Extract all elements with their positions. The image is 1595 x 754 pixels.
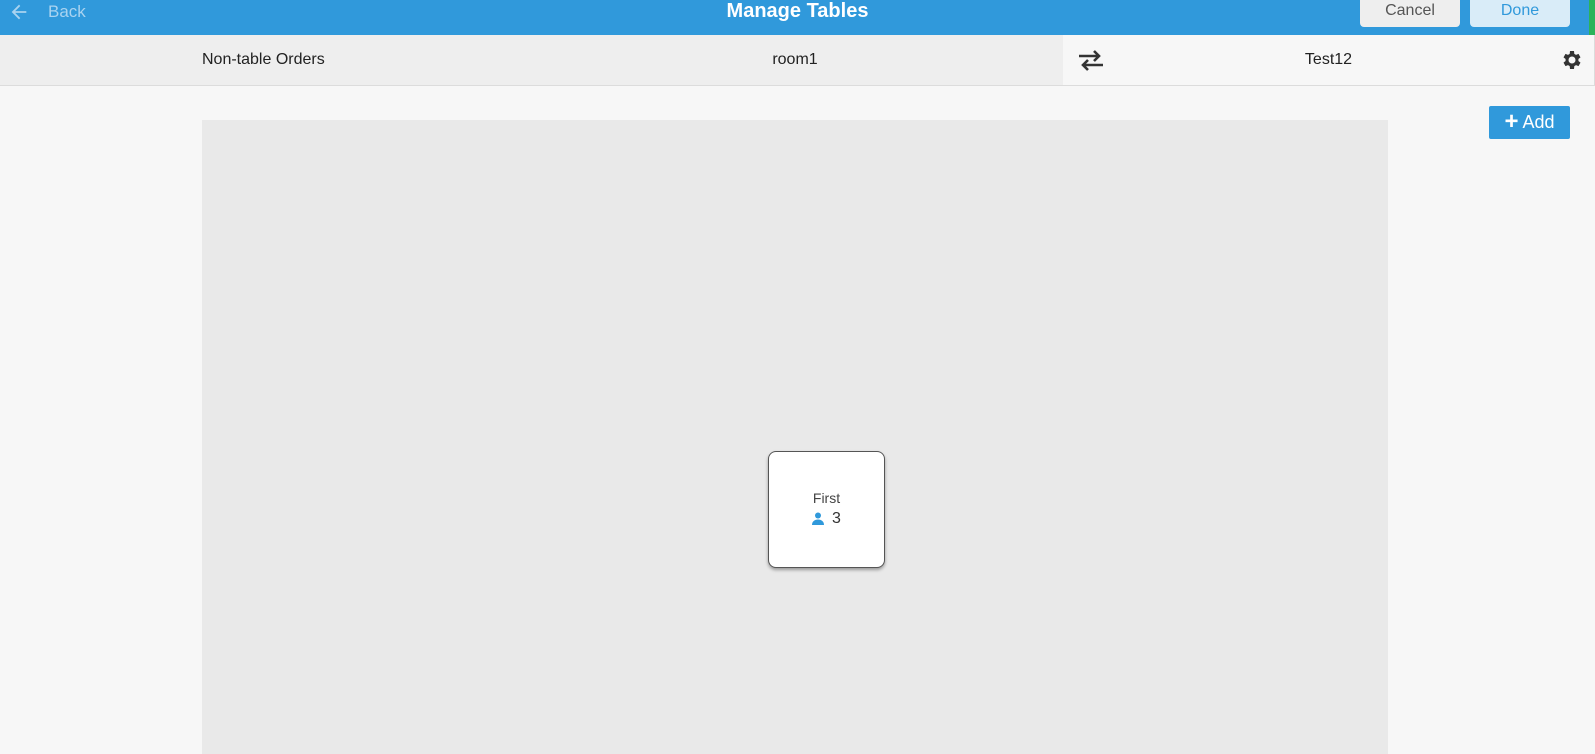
add-label: Add xyxy=(1522,112,1555,132)
tab-room1[interactable]: room1 xyxy=(700,35,890,85)
room-tab-bar: Non-table Orders room1 Test12 xyxy=(0,35,1595,86)
tab-active-area: Test12 xyxy=(1063,35,1595,85)
seat-count: 3 xyxy=(832,509,841,527)
status-edge xyxy=(1589,0,1595,35)
done-button[interactable]: Done xyxy=(1470,0,1570,27)
table-name: First xyxy=(812,489,841,506)
add-table-button[interactable]: + Add xyxy=(1489,106,1570,139)
top-bar: Back Manage Tables Cancel Done xyxy=(0,0,1595,35)
table-card[interactable]: First 3 xyxy=(768,451,885,568)
tab-test12[interactable]: Test12 xyxy=(1063,35,1594,85)
tab-non-table-orders[interactable]: Non-table Orders xyxy=(202,35,325,85)
table-seats: 3 xyxy=(812,510,841,528)
person-icon xyxy=(812,512,825,525)
plus-icon: + xyxy=(1504,107,1519,135)
gear-icon[interactable] xyxy=(1559,48,1583,72)
cancel-button[interactable]: Cancel xyxy=(1360,0,1460,27)
floor-plan-canvas[interactable]: First 3 xyxy=(202,120,1388,754)
page-title: Manage Tables xyxy=(726,0,869,22)
